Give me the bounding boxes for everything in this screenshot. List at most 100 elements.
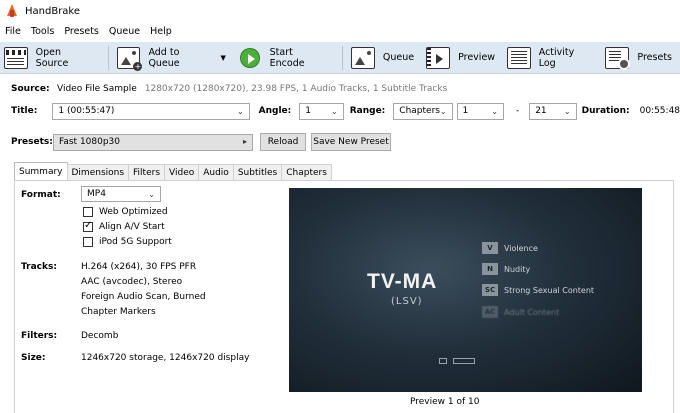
clapperboard-icon [4, 46, 28, 69]
menu-queue[interactable]: Queue [104, 26, 145, 37]
dolby-wordmark-icon [453, 358, 475, 364]
format-label: Format: [21, 190, 61, 200]
rating-text: Nudity [504, 264, 531, 274]
range-dash: - [515, 106, 520, 116]
track-item: Foreign Audio Scan, Burned [81, 292, 206, 302]
menu-help[interactable]: Help [145, 26, 177, 37]
align-av-label: Align A/V Start [99, 222, 165, 232]
window-title: HandBrake [25, 5, 81, 17]
track-item: Chapter Markers [81, 307, 156, 317]
reload-button[interactable]: Reload [260, 133, 306, 151]
size-label: Size: [21, 353, 46, 363]
filters-label: Filters: [21, 331, 58, 341]
add-to-queue-label: Add to Queue [148, 46, 180, 69]
angle-select-value: 1 [305, 106, 311, 116]
tab-audio[interactable]: Audio [198, 164, 234, 180]
dropdown-arrow-icon[interactable]: ▼ [221, 54, 226, 62]
presets-select-value: Fast 1080p30 [59, 137, 121, 147]
preview-caption: Preview 1 of 10 [410, 397, 480, 407]
title-select[interactable]: 1 (00:55:47) ⌄ [52, 102, 250, 120]
duration-value: 00:55:48 [639, 106, 680, 116]
range-type-value: Chapters [399, 106, 440, 116]
preview-button[interactable]: Preview [422, 43, 503, 73]
start-encode-label: Start Encode [269, 46, 305, 69]
queue-picture-icon [350, 46, 375, 69]
range-end-select[interactable]: 21 ⌄ [529, 102, 577, 120]
align-av-checkbox[interactable]: Align A/V Start [83, 220, 165, 232]
track-item: H.264 (x264), 30 FPS PFR [81, 262, 197, 272]
toolbar-separator [341, 45, 343, 70]
rating-item: N Nudity [482, 263, 530, 275]
web-optimized-label: Web Optimized [99, 207, 168, 217]
tab-strip: Summary Dimensions Filters Video Audio S… [14, 162, 332, 180]
angle-label: Angle: [258, 106, 292, 116]
range-start-select[interactable]: 1 ⌄ [456, 102, 504, 120]
menu-file[interactable]: File [0, 26, 26, 37]
tab-video[interactable]: Video [164, 164, 200, 180]
track-item: AAC (avcodec), Stereo [81, 277, 183, 287]
chevron-down-icon: ⌄ [148, 190, 155, 199]
tab-subtitles[interactable]: Subtitles [232, 164, 283, 180]
web-optimized-checkbox[interactable]: Web Optimized [83, 207, 168, 217]
range-type-select[interactable]: Chapters ⌄ [393, 102, 453, 120]
range-label: Range: [349, 106, 386, 116]
toolbar: Open Source + Add to Queue ▼ Start Encod… [0, 42, 680, 74]
presets-row: Presets: Fast 1080p30 ▸ Reload Save New … [0, 133, 680, 151]
queue-button[interactable]: Queue [347, 43, 422, 73]
dolby-icon [439, 358, 447, 364]
size-value: 1246x720 storage, 1246x720 display [81, 353, 250, 363]
preview-rating-sub: (LSV) [391, 296, 423, 307]
tab-dimensions[interactable]: Dimensions [66, 164, 130, 180]
add-to-queue-button[interactable]: + Add to Queue ▼ [113, 43, 234, 73]
duration-label: Duration: [581, 106, 630, 116]
source-details: 1280x720 (1280x720), 23.98 FPS, 1 Audio … [144, 84, 448, 94]
title-select-value: 1 (00:55:47) [58, 106, 115, 116]
ipod-checkbox[interactable]: iPod 5G Support [83, 237, 172, 247]
presets-gear-icon [605, 46, 631, 70]
activity-log-button[interactable]: Activity Log [503, 43, 601, 73]
tracks-label: Tracks: [21, 262, 57, 272]
queue-label: Queue [382, 52, 415, 63]
presets-select[interactable]: Fast 1080p30 ▸ [53, 133, 253, 151]
rating-code: SC [482, 284, 498, 296]
menu-tools[interactable]: Tools [26, 26, 59, 37]
save-new-preset-button[interactable]: Save New Preset [311, 133, 391, 151]
ipod-label: iPod 5G Support [99, 237, 172, 247]
rating-code: V [482, 242, 498, 254]
open-source-button[interactable]: Open Source [0, 43, 104, 73]
format-select[interactable]: MP4 ⌄ [81, 186, 161, 202]
source-name: Video File Sample [57, 84, 137, 94]
rating-text: Adult Content [504, 307, 560, 317]
activity-log-label: Activity Log [538, 46, 575, 69]
chevron-down-icon: ⌄ [563, 106, 571, 116]
menu-presets[interactable]: Presets [59, 26, 104, 37]
title-bar: HandBrake [0, 0, 680, 22]
handbrake-logo-icon [5, 4, 19, 18]
rating-item: V Violence [482, 242, 538, 254]
rating-code: AC [482, 306, 498, 318]
title-label: Title: [11, 106, 38, 116]
format-select-value: MP4 [87, 189, 106, 199]
rating-item: AC Adult Content [482, 306, 559, 318]
presets-button[interactable]: Presets [601, 43, 680, 73]
tab-chapters[interactable]: Chapters [281, 164, 332, 180]
open-source-label: Open Source [35, 46, 69, 69]
range-start-value: 1 [462, 106, 469, 116]
start-encode-button[interactable]: Start Encode [234, 43, 338, 73]
play-icon [239, 47, 260, 68]
tab-summary[interactable]: Summary [14, 162, 68, 180]
source-row: Source: Video File Sample 1280x720 (1280… [0, 82, 680, 96]
chevron-right-icon: ▸ [242, 136, 247, 146]
angle-select[interactable]: 1 ⌄ [299, 102, 344, 120]
chevron-down-icon: ⌄ [236, 106, 244, 116]
menu-bar: File Tools Presets Queue Help [0, 22, 680, 41]
preview-image[interactable]: TV-MA (LSV) V Violence N Nudity SC Stron… [289, 188, 642, 392]
ipod-box[interactable] [83, 237, 93, 247]
web-optimized-box[interactable] [83, 207, 93, 217]
range-end-value: 21 [535, 106, 547, 116]
align-av-box[interactable] [83, 220, 93, 232]
rating-text: Violence [504, 243, 538, 253]
presets-row-label: Presets: [11, 137, 53, 147]
preview-rating: TV-MA [367, 270, 438, 293]
tab-filters[interactable]: Filters [128, 164, 166, 180]
